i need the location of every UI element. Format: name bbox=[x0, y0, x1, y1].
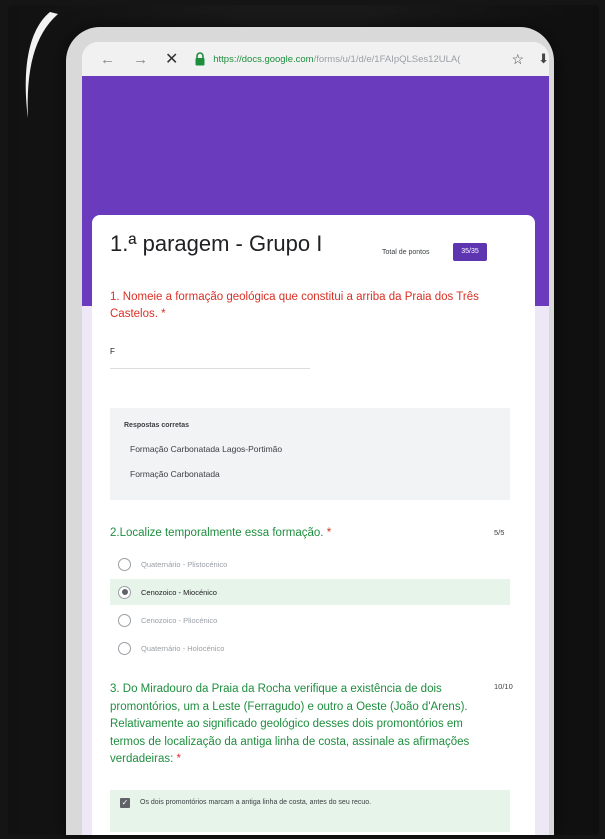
question-3-text: 3. Do Miradouro da Praia da Rocha verifi… bbox=[110, 681, 482, 769]
tablet-screen: ← → ✕ https://docs.google.com/forms/u/1/… bbox=[82, 42, 549, 835]
question-1-answer: F bbox=[110, 347, 115, 356]
question-1-text: 1. Nomeie a formação geológica que const… bbox=[110, 291, 479, 320]
correct-answer-item: Formação Carbonatada bbox=[130, 469, 220, 479]
correct-answers-title: Respostas corretas bbox=[124, 422, 189, 429]
radio-button[interactable] bbox=[118, 613, 131, 627]
radio-button[interactable] bbox=[118, 641, 131, 655]
total-score-badge: 35/35 bbox=[453, 243, 487, 261]
question-3-label: 3. Do Miradouro da Praia da Rocha verifi… bbox=[110, 683, 470, 765]
question-2-label: 2.Localize temporalmente essa formação. bbox=[110, 527, 324, 539]
radio-button-checked[interactable] bbox=[118, 585, 131, 599]
required-marker: * bbox=[326, 527, 332, 539]
question-3-score: 10/10 bbox=[494, 682, 513, 691]
radio-option[interactable]: Cenozoico - Pliocénico bbox=[110, 607, 510, 633]
checkbox-checked[interactable]: ✓ bbox=[120, 798, 130, 808]
forward-icon[interactable]: → bbox=[133, 51, 148, 68]
radio-option-label: Cenozoico - Pliocénico bbox=[141, 615, 218, 625]
radio-option-selected[interactable]: Cenozoico - Miocénico bbox=[110, 579, 510, 605]
question-1-answer-field: F bbox=[110, 344, 310, 369]
form-title: 1.ª paragem - Grupo I bbox=[110, 231, 323, 256]
radio-option[interactable]: Quaternário - Holocénico bbox=[110, 635, 510, 661]
total-points-label: Total de pontos bbox=[382, 249, 430, 256]
url-domain: https://docs.google.com bbox=[213, 53, 314, 65]
radio-option-label: Quaternário - Holocénico bbox=[141, 643, 225, 653]
url-path: /forms/u/1/d/e/1FAIpQLSes12ULA( bbox=[313, 53, 461, 65]
checkbox-option[interactable]: ✓ Os dois promontórios marcam a antiga l… bbox=[110, 790, 510, 832]
close-icon[interactable]: ✕ bbox=[164, 49, 179, 69]
radio-option[interactable]: Quaternário - Plistocénico bbox=[110, 551, 510, 577]
correct-answers-box: Respostas corretas Formação Carbonatada … bbox=[110, 408, 510, 500]
bookmark-star-icon[interactable]: ☆ bbox=[512, 51, 525, 68]
browser-toolbar: ← → ✕ https://docs.google.com/forms/u/1/… bbox=[82, 42, 549, 77]
decorative-swoosh bbox=[25, 12, 58, 118]
question-2-score: 5/5 bbox=[494, 528, 505, 537]
address-bar[interactable]: https://docs.google.com/forms/u/1/d/e/1F… bbox=[213, 54, 505, 65]
correct-answer-item: Formação Carbonatada Lagos-Portimão bbox=[130, 444, 283, 454]
radio-option-label: Cenozoico - Miocénico bbox=[141, 587, 217, 597]
download-icon[interactable]: ⬇ bbox=[538, 51, 549, 67]
radio-option-label: Quaternário - Plistocénico bbox=[141, 559, 228, 569]
form-card: 1.ª paragem - Grupo I Total de pontos 35… bbox=[92, 215, 535, 835]
back-icon[interactable]: ← bbox=[100, 51, 115, 68]
lock-icon bbox=[195, 52, 205, 66]
required-marker: * bbox=[176, 753, 181, 765]
question-2-text: 2.Localize temporalmente essa formação. … bbox=[110, 527, 331, 539]
radio-button[interactable] bbox=[118, 557, 131, 571]
checkbox-option-label: Os dois promontórios marcam a antiga lin… bbox=[140, 799, 372, 806]
